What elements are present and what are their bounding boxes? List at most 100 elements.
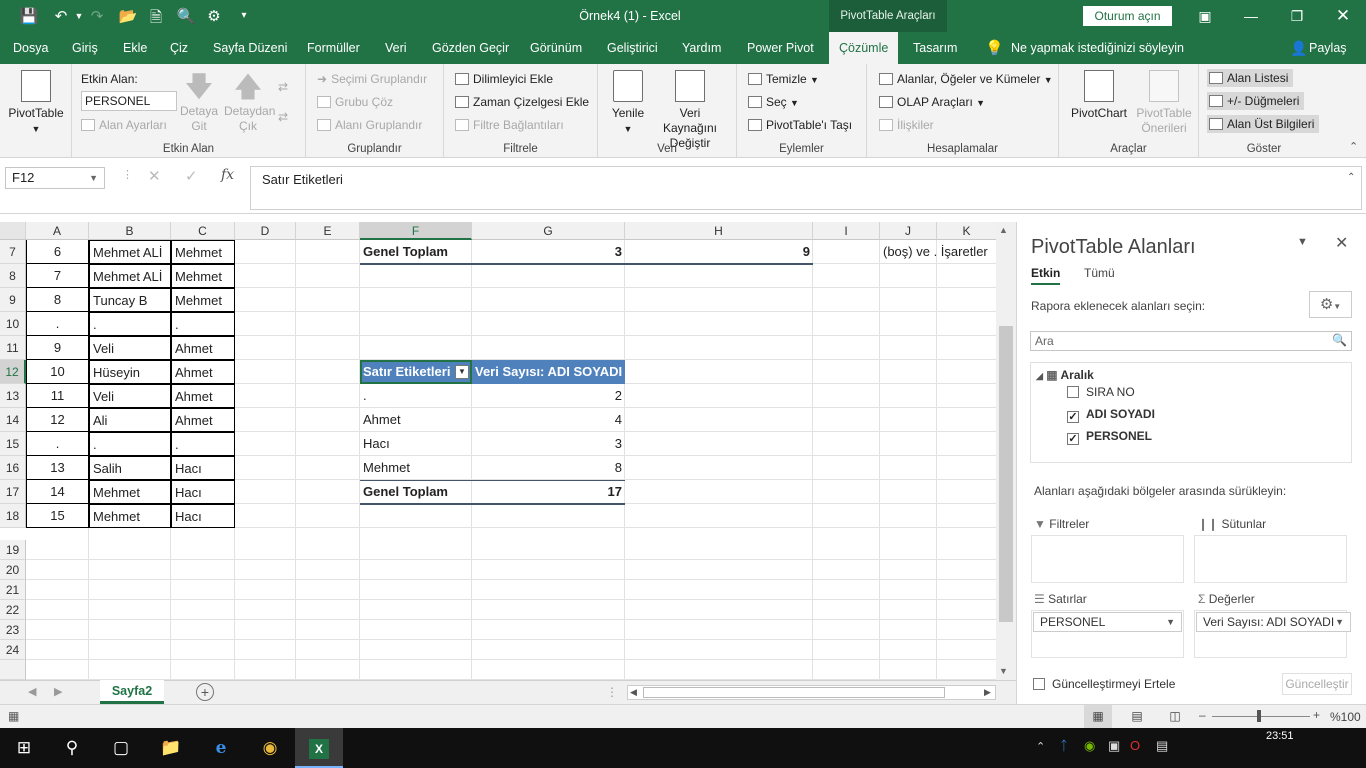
refresh-button[interactable]: Yenile ▼ [606,70,650,137]
cell-b10[interactable]: . [89,312,171,336]
worksheet-grid[interactable]: ABCDEFGHIJK 7 8 9 10 11 12 13 14 15 16 17 18 19 20 21 2… [0,222,996,680]
macro-icon[interactable]: ⚙ [203,7,225,25]
defer-update-checkbox[interactable]: Güncelleştirmeyi Ertele [1033,677,1175,691]
insert-function-icon[interactable]: fx [221,167,234,183]
row-header-17[interactable]: 17 [0,480,26,504]
checkbox-icon[interactable] [1067,386,1079,398]
cell-b9[interactable]: Tuncay B [89,288,171,312]
clear-button[interactable]: Temizle ▼ [748,70,819,89]
windows-start-icon[interactable]: ⊞ [0,728,48,768]
column-header-a[interactable]: A [26,222,89,240]
pane-tab-active[interactable]: Etkin [1031,266,1061,285]
pivot-grand-total-value[interactable]: 17 [472,480,625,504]
pane-layout-gear-icon[interactable]: ⚙▼ [1309,291,1352,318]
pivottable-button[interactable]: PivotTable ▼ [6,70,66,137]
insert-slicer-button[interactable]: Dilimleyici Ekle [455,70,553,88]
sheet-tab-sayfa2[interactable]: Sayfa2 [100,680,164,704]
tab-dosya[interactable]: Dosya [13,32,48,64]
cell-c8[interactable]: Mehmet [171,264,235,288]
column-header-j[interactable]: J [880,222,937,240]
network-icon[interactable]: ▤ [1156,738,1168,754]
horizontal-scroll-thumb[interactable] [643,687,945,698]
normal-view-icon[interactable]: ▦ [1084,705,1112,728]
field-table-node[interactable]: ◢ ▦ Aralık [1036,368,1094,382]
signin-button[interactable]: Oturum açın [1083,6,1172,26]
pane-tab-all[interactable]: Tümü [1084,266,1115,280]
page-break-view-icon[interactable]: ◫ [1162,705,1188,728]
checkbox-icon[interactable]: ✓ [1067,411,1079,423]
field-item[interactable]: ✓ ADI SOYADI [1067,407,1155,423]
column-header-d[interactable]: D [235,222,296,240]
cell-b16[interactable]: Salih [89,456,171,480]
row-header-9[interactable]: 9 [0,288,26,312]
pivot-row-labels-header[interactable]: Satır Etiketleri ▼ [360,360,472,384]
column-header-g[interactable]: G [472,222,625,240]
field-item[interactable]: SIRA NO [1067,385,1135,399]
filters-drop-zone[interactable] [1031,535,1184,583]
open-folder-icon[interactable]: 📂 [117,7,139,25]
move-pivottable-button[interactable]: PivotTable'ı Taşı [748,116,852,134]
olap-tools-button[interactable]: OLAP Araçları ▼ [879,93,985,112]
values-field-count[interactable]: Veri Sayısı: ADI SOYADI ▼ [1196,612,1351,632]
zoom-out-icon[interactable]: – [1199,708,1206,722]
cell-a7[interactable]: 6 [26,240,89,264]
zoom-slider[interactable] [1212,716,1310,717]
tray-app-icon[interactable]: ▣ [1108,738,1120,754]
row-header-16[interactable]: 16 [0,456,26,480]
file-explorer-icon[interactable]: 📁 [147,728,195,768]
cell-c14[interactable]: Ahmet [171,408,235,432]
rows-field-personel[interactable]: PERSONEL ▼ [1033,612,1182,632]
select-button[interactable]: Seç ▼ [748,93,799,112]
row-header-18[interactable]: 18 [0,504,26,528]
pivot-item-value[interactable]: 2 [472,384,625,408]
save-icon[interactable]: 💾 [18,7,40,25]
row-header-14[interactable]: 14 [0,408,26,432]
cell-c15[interactable]: . [171,432,235,456]
horizontal-scrollbar[interactable]: ◀ ▶ [627,685,996,700]
ribbon-display-icon[interactable]: ▣ [1190,5,1220,27]
page-layout-view-icon[interactable]: ▤ [1124,705,1150,728]
cell-c7[interactable]: Mehmet [171,240,235,264]
chrome-icon[interactable]: ◉ [246,728,294,768]
pivot-item-value[interactable]: 4 [472,408,625,432]
row-header-19[interactable]: 19 [0,540,26,560]
row-header-8[interactable]: 8 [0,264,26,288]
opera-icon[interactable]: O [1130,738,1140,753]
cell-b18[interactable]: Mehmet [89,504,171,528]
cell-c12[interactable]: Ahmet [171,360,235,384]
collapse-ribbon-icon[interactable]: ⌃ [1349,140,1358,153]
active-field-input[interactable]: PERSONEL [81,91,177,111]
row-header-7[interactable]: 7 [0,240,26,264]
pivot-values-header[interactable]: Veri Sayısı: ADI SOYADI [472,360,625,384]
zoom-slider-thumb[interactable] [1257,710,1261,722]
row-header-12[interactable]: 12 [0,360,26,384]
pivot-item-label[interactable]: . [360,384,472,408]
name-box[interactable]: F12 ▼ [5,167,105,189]
cell-a10[interactable]: . [26,312,89,336]
print-preview-icon[interactable]: 🔍 [175,7,197,25]
field-list-toggle[interactable]: Alan Listesi [1207,69,1294,87]
macro-record-icon[interactable]: ▦ [8,709,19,723]
tab-formuller[interactable]: Formüller [307,32,360,64]
column-header-k[interactable]: K [937,222,996,240]
split-handle-icon[interactable]: ⋮ [606,685,618,699]
filter-dropdown-icon[interactable]: ▼ [455,365,469,379]
pivot-item-label[interactable]: Ahmet [360,408,472,432]
column-header-f[interactable]: F [360,222,472,240]
row-header-23[interactable]: 23 [0,620,26,640]
zoom-in-icon[interactable]: + [1313,708,1320,722]
close-icon[interactable]: ✕ [1328,5,1358,27]
tab-veri[interactable]: Veri [385,32,407,64]
select-all-corner[interactable] [0,222,26,240]
cell-b7[interactable]: Mehmet ALİ [89,240,171,264]
cell-c16[interactable]: Hacı [171,456,235,480]
tab-giris[interactable]: Giriş [72,32,98,64]
cell-a16[interactable]: 13 [26,456,89,480]
tab-cozumle[interactable]: Çözümle [829,32,899,64]
cell-b11[interactable]: Veli [89,336,171,360]
minimize-icon[interactable]: — [1236,5,1266,27]
cell-a18[interactable]: 15 [26,504,89,528]
pivotchart-button[interactable]: PivotChart [1067,70,1131,121]
formula-input[interactable]: Satır Etiketleri [250,166,1362,210]
field-search-input[interactable]: Ara 🔍 [1030,331,1352,351]
